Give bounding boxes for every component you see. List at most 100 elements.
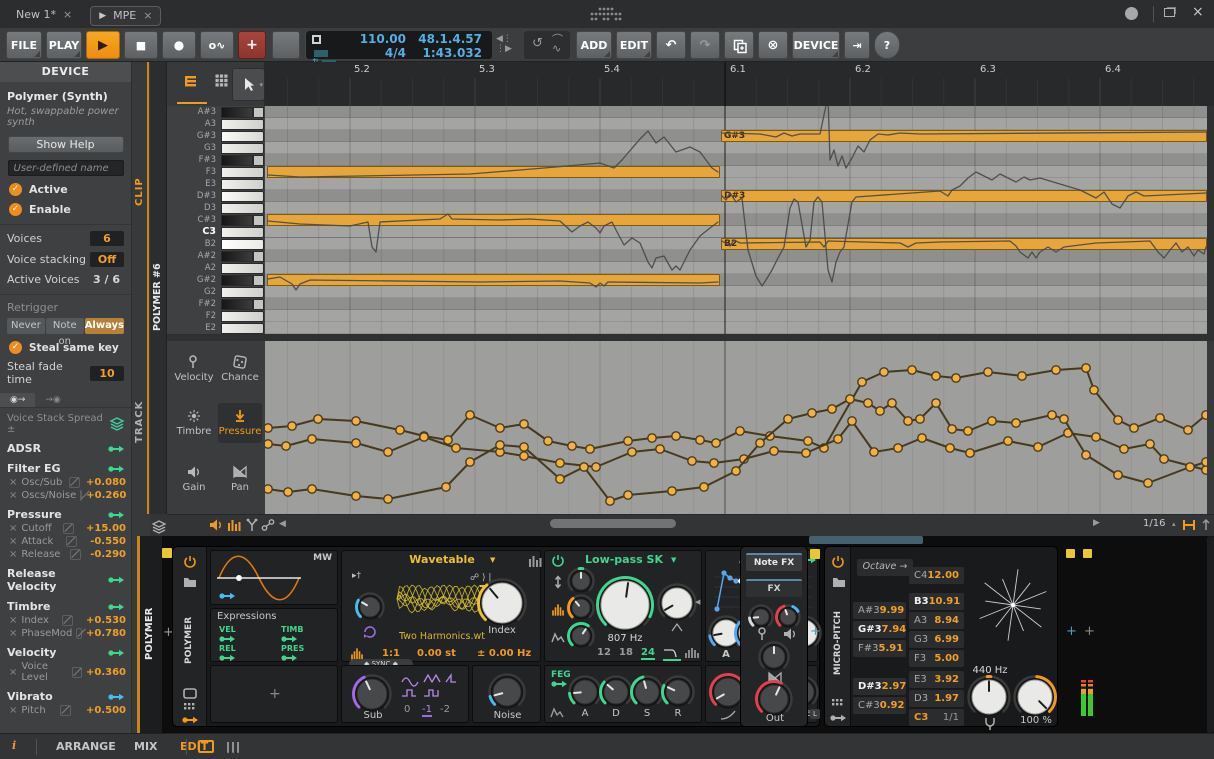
mod-curve-icon[interactable]: [63, 523, 74, 534]
mod-amount-value[interactable]: +0.260: [86, 490, 126, 501]
glide-badge[interactable]: L: [810, 709, 820, 719]
modulator-pressure[interactable]: Pressure: [0, 508, 131, 521]
tuning-cell-a3[interactable]: A38.94: [909, 612, 964, 629]
grid-division-value[interactable]: 1/16: [1143, 518, 1165, 529]
add-modulator-button[interactable]: +: [210, 665, 338, 723]
piano-key-row-as3[interactable]: A#3: [167, 106, 265, 118]
key-black[interactable]: [221, 251, 253, 262]
play-menu-button[interactable]: PLAY: [46, 31, 82, 59]
mod-route-icon[interactable]: [219, 591, 234, 601]
slope-24[interactable]: 24: [641, 647, 655, 660]
sub-octave--2[interactable]: -2: [440, 704, 450, 715]
note-length-icon[interactable]: [1182, 518, 1196, 532]
note-grid[interactable]: G#3D#3B2: [265, 106, 1207, 334]
piano-key-row-gs3[interactable]: G#3: [167, 130, 265, 142]
expression-slot-pres[interactable]: PRES: [281, 644, 304, 653]
clip-slot-indicator-2[interactable]: [810, 549, 820, 559]
key-black[interactable]: [221, 299, 253, 310]
remove-mod-icon[interactable]: ×: [9, 490, 17, 501]
expression-tab-pressure[interactable]: Pressure: [218, 403, 262, 443]
key-black[interactable]: [221, 155, 253, 166]
osc-semitones-value[interactable]: 0.00 st: [417, 648, 456, 659]
clip-slot-indicator-3[interactable]: [1066, 549, 1075, 558]
mod-target-cutoff[interactable]: ×Cutoff+15.00: [0, 523, 131, 534]
sub-octave--1[interactable]: -1: [422, 704, 432, 717]
steal-fade-value[interactable]: 10: [90, 366, 124, 381]
h-scrollbar[interactable]: [550, 519, 676, 528]
expression-tab-velocity[interactable]: Velocity: [172, 349, 216, 389]
piano-key-row-a3[interactable]: A3: [167, 118, 265, 130]
modulator-timbre[interactable]: Timbre: [0, 600, 131, 613]
modulator-velocity[interactable]: Velocity: [0, 646, 131, 659]
tuning-cell-c3[interactable]: C31/1: [909, 709, 964, 726]
mod-target-attack[interactable]: ×Attack-0.550: [0, 536, 131, 547]
folder-icon[interactable]: [183, 575, 196, 587]
expression-bars-icon[interactable]: [227, 518, 241, 532]
mixer-strip-icon[interactable]: |||: [226, 740, 241, 753]
piano-key-row-gs2[interactable]: G#2: [167, 274, 265, 286]
mod-sources-tab[interactable]: ◉→: [0, 393, 35, 407]
display-mode-icons[interactable]: ⇅: [306, 31, 340, 59]
key-white[interactable]: [221, 167, 264, 178]
piano-key-row-g2[interactable]: G2: [167, 286, 265, 298]
filter-env-knob[interactable]: [566, 621, 596, 651]
redo-button[interactable]: ↷: [690, 31, 720, 59]
tempo-display[interactable]: 110.00 4/4: [340, 31, 406, 59]
position-display[interactable]: 48.1.4.57 1:43.032: [406, 31, 486, 59]
mod-route-icon[interactable]: [551, 679, 565, 688]
track-header[interactable]: POLYMER: [140, 536, 162, 733]
project-tab-new-1-[interactable]: New 1*×: [8, 4, 80, 24]
mod-target-release[interactable]: ×Release-0.290: [0, 549, 131, 560]
modulator-adsr[interactable]: ADSR: [0, 442, 131, 455]
remove-mod-icon[interactable]: ×: [9, 536, 17, 547]
play-button[interactable]: ▶: [86, 31, 120, 59]
index-knob[interactable]: [476, 577, 528, 629]
updown-icon[interactable]: [551, 575, 564, 588]
retrigger-option-never[interactable]: Never: [7, 318, 45, 334]
power-icon[interactable]: [183, 555, 197, 567]
expression-tab-timbre[interactable]: Timbre: [172, 403, 216, 443]
expression-tab-gain[interactable]: Gain: [172, 459, 216, 499]
piano-key-row-cs3[interactable]: C#3: [167, 214, 265, 226]
add-device-end[interactable]: +: [1084, 624, 1095, 639]
resonance-knob[interactable]: [656, 582, 698, 624]
osc-ratio-value[interactable]: 1:1: [382, 648, 400, 659]
remove-mod-icon[interactable]: ×: [9, 549, 17, 560]
tuning-cell-g3[interactable]: G36.99: [909, 631, 964, 648]
key-white[interactable]: [221, 227, 264, 238]
automation-write-button[interactable]: o∿: [200, 31, 234, 59]
mod-targets-tab[interactable]: →◉: [35, 393, 70, 407]
delete-button[interactable]: ⊗: [758, 31, 788, 59]
piano-key-row-f3[interactable]: F3: [167, 166, 265, 178]
add-device-end-track[interactable]: +: [1066, 624, 1077, 639]
micropitch-device-tab[interactable]: MICRO-PITCH: [825, 547, 851, 726]
modulator-release-velocity[interactable]: Release Velocity: [0, 567, 131, 593]
mod-target-phasemod[interactable]: ×PhaseMod+0.780: [0, 628, 131, 639]
metronome-button[interactable]: [272, 31, 300, 59]
key-white[interactable]: [221, 311, 264, 322]
punch-in-icon[interactable]: ◀⋮⋮▶: [496, 34, 512, 54]
display-icon[interactable]: [183, 687, 196, 699]
note-list-icon[interactable]: [183, 74, 198, 88]
octave-mode-select[interactable]: Octave →: [857, 559, 913, 576]
comb-icon[interactable]: [551, 603, 564, 616]
piano-key-row-f2[interactable]: F2: [167, 310, 265, 322]
edit-button[interactable]: EDIT: [616, 31, 652, 59]
tuning-cell-c4[interactable]: C412.00: [909, 567, 964, 584]
add-device-between[interactable]: +: [810, 624, 821, 639]
key-black[interactable]: [221, 107, 253, 118]
piano-key-row-ds3[interactable]: D#3: [167, 190, 265, 202]
key-white[interactable]: [221, 203, 264, 214]
project-tab-mpe[interactable]: ▶MPE×: [90, 6, 161, 26]
folder-icon[interactable]: [832, 575, 845, 587]
filter-key-knob[interactable]: [566, 566, 596, 596]
key-black[interactable]: [221, 191, 264, 202]
remove-mod-icon[interactable]: ×: [9, 705, 17, 716]
feg-r-knob[interactable]: [660, 674, 696, 710]
overdub-button[interactable]: +: [238, 31, 266, 59]
mod-out-icon[interactable]: [830, 713, 845, 722]
cutoff-value[interactable]: 807 Hz: [601, 633, 649, 644]
expression-slot-timb[interactable]: TIMB: [281, 625, 304, 634]
view-tab-arrange[interactable]: ARRANGE: [56, 740, 116, 753]
mod-amount-value[interactable]: +0.780: [86, 628, 126, 639]
